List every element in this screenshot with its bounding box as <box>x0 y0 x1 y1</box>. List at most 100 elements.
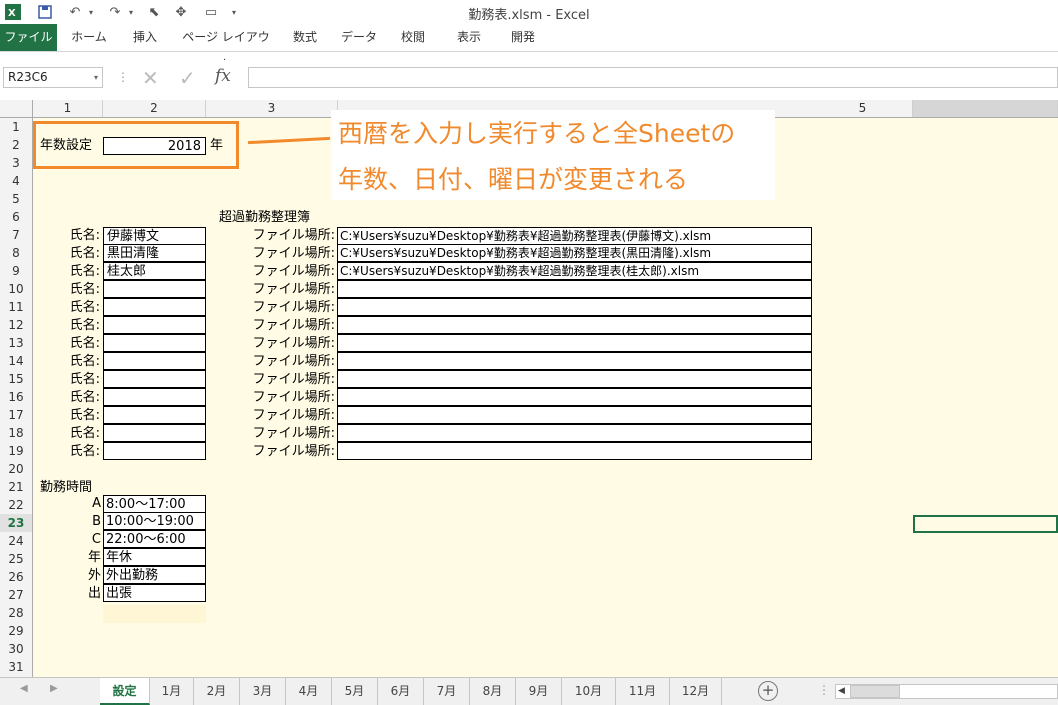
file-path-cell[interactable] <box>337 298 812 316</box>
column-header-selected[interactable] <box>913 100 1058 117</box>
row-header[interactable]: 11 <box>0 298 32 316</box>
column-header[interactable]: 2 <box>103 100 206 117</box>
shift-hours-cell[interactable]: 外出勤務 <box>103 566 206 584</box>
file-path-cell[interactable] <box>337 352 812 370</box>
name-cell[interactable]: 黒田清隆 <box>103 244 206 262</box>
file-path-cell[interactable] <box>337 388 812 406</box>
row-header[interactable]: 25 <box>0 550 32 568</box>
scroll-left-icon[interactable]: ◀ <box>838 686 845 696</box>
select-all-corner[interactable] <box>0 100 33 117</box>
row-header[interactable]: 18 <box>0 424 32 442</box>
row-header[interactable]: 30 <box>0 640 32 658</box>
row-header[interactable]: 28 <box>0 604 32 622</box>
row-header[interactable]: 1 <box>0 118 32 136</box>
shift-hours-cell[interactable]: 8:00～17:00 <box>103 495 206 513</box>
formula-input[interactable] <box>248 67 1058 88</box>
row-header[interactable]: 2 <box>0 136 32 154</box>
row-header[interactable]: 4 <box>0 172 32 190</box>
name-cell[interactable] <box>103 442 206 460</box>
row-header[interactable]: 20 <box>0 460 32 478</box>
file-path-cell[interactable]: C:¥Users¥suzu¥Desktop¥勤務表¥超過勤務整理表(黒田清隆).… <box>337 244 812 262</box>
name-cell[interactable] <box>103 424 206 442</box>
row-header[interactable]: 31 <box>0 658 32 676</box>
file-path-cell[interactable] <box>337 280 812 298</box>
row-header[interactable]: 6 <box>0 208 32 226</box>
row-header[interactable]: 13 <box>0 334 32 352</box>
row-header[interactable]: 21 <box>0 478 32 496</box>
row-header[interactable]: 3 <box>0 154 32 172</box>
shift-hours-cell[interactable]: 22:00～6:00 <box>103 530 206 548</box>
cancel-icon[interactable]: ✕ <box>142 66 159 90</box>
insert-function-button[interactable]: fx <box>215 66 231 86</box>
sheet-tab[interactable]: 11月 <box>616 678 670 705</box>
name-box[interactable]: R23C6 ▾ <box>3 67 103 88</box>
row-header[interactable]: 27 <box>0 586 32 604</box>
shift-hours-cell[interactable]: 年休 <box>103 548 206 566</box>
name-cell[interactable] <box>103 298 206 316</box>
add-sheet-icon[interactable]: + <box>758 681 778 701</box>
sheet-tab[interactable]: 12月 <box>670 678 722 705</box>
file-path-cell[interactable] <box>337 334 812 352</box>
name-cell[interactable] <box>103 388 206 406</box>
tab-developer[interactable]: 開発 <box>504 24 542 51</box>
column-header[interactable]: 1 <box>33 100 103 117</box>
scroll-thumb[interactable] <box>850 685 900 698</box>
tab-insert[interactable]: 挿入 <box>124 24 166 51</box>
column-header[interactable]: 5 <box>813 100 913 117</box>
row-header[interactable]: 9 <box>0 262 32 280</box>
file-path-cell[interactable]: C:¥Users¥suzu¥Desktop¥勤務表¥超過勤務整理表(伊藤博文).… <box>337 227 812 245</box>
file-path-cell[interactable]: C:¥Users¥suzu¥Desktop¥勤務表¥超過勤務整理表(桂太郎).x… <box>337 262 812 280</box>
name-cell[interactable] <box>103 280 206 298</box>
row-header[interactable]: 10 <box>0 280 32 298</box>
sheet-tab[interactable]: 設定 <box>100 678 150 705</box>
scroll-tabs-left-icon[interactable]: ◀ <box>20 683 28 694</box>
tab-file[interactable]: ファイル <box>0 24 57 51</box>
row-header[interactable]: 23 <box>0 514 32 532</box>
row-header[interactable]: 15 <box>0 370 32 388</box>
shift-hours-cell[interactable]: 10:00～19:00 <box>103 512 206 530</box>
row-header[interactable]: 29 <box>0 622 32 640</box>
file-path-cell[interactable] <box>337 370 812 388</box>
shift-hours-cell[interactable]: 出張 <box>103 584 206 602</box>
sheet-tab[interactable]: 7月 <box>424 678 470 705</box>
sheet-tab[interactable]: 5月 <box>332 678 378 705</box>
row-header[interactable]: 7 <box>0 226 32 244</box>
row-header[interactable]: 22 <box>0 496 32 514</box>
tab-home[interactable]: ホーム <box>68 24 110 51</box>
sheet-tab[interactable]: 2月 <box>194 678 240 705</box>
row-header[interactable]: 5 <box>0 190 32 208</box>
chevron-down-icon[interactable]: ▾ <box>94 68 98 87</box>
name-cell[interactable] <box>103 370 206 388</box>
file-path-cell[interactable] <box>337 442 812 460</box>
tab-review[interactable]: 校閲 <box>394 24 432 51</box>
row-header[interactable]: 17 <box>0 406 32 424</box>
sheet-tab[interactable]: 1月 <box>150 678 194 705</box>
row-header[interactable]: 14 <box>0 352 32 370</box>
tab-page-layout[interactable]: ページ レイアウト <box>178 24 274 71</box>
confirm-icon[interactable]: ✓ <box>179 66 196 90</box>
file-path-cell[interactable] <box>337 316 812 334</box>
name-cell[interactable] <box>103 406 206 424</box>
name-cell[interactable] <box>103 316 206 334</box>
active-cell[interactable] <box>913 515 1058 533</box>
horizontal-scrollbar[interactable]: ◀ <box>835 684 1058 699</box>
file-path-cell[interactable] <box>337 424 812 442</box>
sheet-tab[interactable]: 4月 <box>286 678 332 705</box>
sheet-tab[interactable]: 9月 <box>516 678 562 705</box>
name-cell[interactable] <box>103 334 206 352</box>
name-cell[interactable]: 桂太郎 <box>103 262 206 280</box>
sheet-tab[interactable]: 10月 <box>562 678 616 705</box>
sheet-tab[interactable]: 8月 <box>470 678 516 705</box>
row-header[interactable]: 12 <box>0 316 32 334</box>
file-path-cell[interactable] <box>337 406 812 424</box>
sheet-tab[interactable]: 6月 <box>378 678 424 705</box>
tab-formulas[interactable]: 数式 <box>286 24 324 51</box>
scroll-tabs-right-icon[interactable]: ▶ <box>50 683 58 694</box>
name-cell[interactable]: 伊藤博文 <box>103 227 206 245</box>
column-header[interactable]: 3 <box>206 100 338 117</box>
row-header[interactable]: 26 <box>0 568 32 586</box>
sheet-tab[interactable]: 3月 <box>240 678 286 705</box>
row-header[interactable]: 19 <box>0 442 32 460</box>
row-header[interactable]: 8 <box>0 244 32 262</box>
tab-view[interactable]: 表示 <box>450 24 488 51</box>
